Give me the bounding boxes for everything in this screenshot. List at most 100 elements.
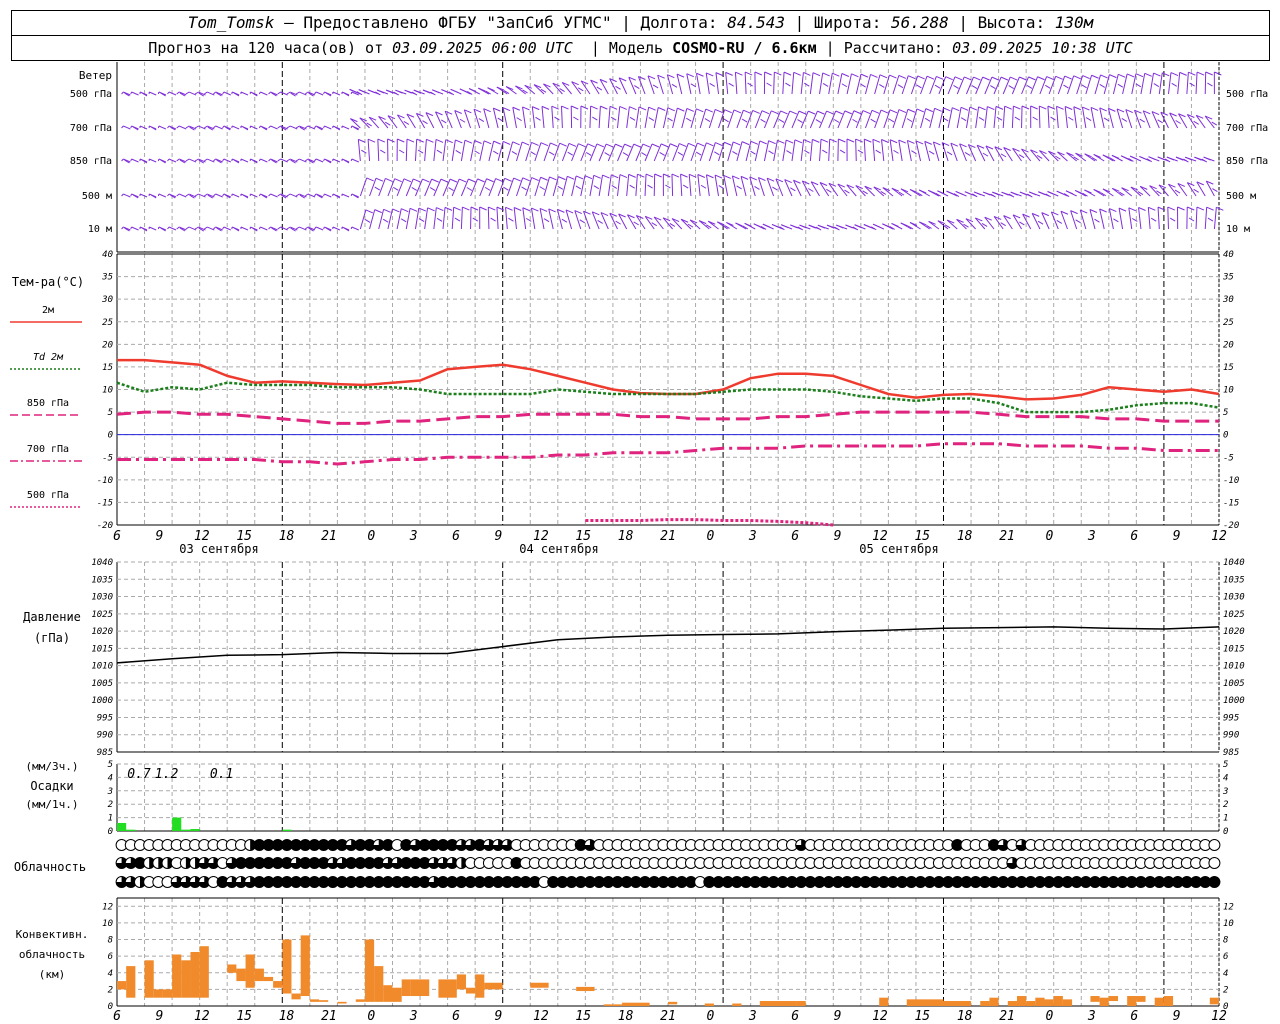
conv-bar (759, 1001, 797, 1006)
y-tick-label-left: -15 (97, 498, 113, 508)
y-tick-label-right: 35 (1222, 273, 1234, 283)
y-tick-label-right: 3 (1222, 787, 1228, 797)
hour-tick-label: 21 (660, 1009, 676, 1024)
conv-bar (364, 939, 375, 1002)
conv-bar (190, 952, 200, 998)
conv-unit: (км) (39, 968, 66, 981)
conv-bar (1154, 997, 1164, 1006)
conv-bar (456, 974, 466, 990)
temp-legend-label: 500 гПа (27, 490, 69, 501)
hour-tick-label: 6 (1130, 1009, 1138, 1024)
conv-bar (1053, 996, 1063, 1006)
y-tick-label-left: 5 (108, 408, 113, 418)
conv-bar (1090, 996, 1100, 1002)
wind-barb-staff (671, 174, 674, 197)
precip-unit-1h: (мм/1ч.) (26, 798, 79, 811)
hour-tick-label: 6 (452, 529, 460, 544)
conv-bar (465, 987, 476, 994)
conv-bar (1209, 997, 1219, 1005)
hour-tick-label: 3 (409, 529, 418, 544)
y-tick-label-left: -5 (102, 453, 113, 463)
y-tick-label-right: 10 (1223, 386, 1234, 396)
y-tick-label-left: 10 (102, 919, 113, 929)
conv-bar (181, 960, 191, 998)
y-tick-label-right: 12 (1223, 902, 1234, 912)
y-tick-label-right: 1040 (1223, 558, 1245, 568)
pressure-unit: (гПа) (34, 631, 70, 645)
hour-tick-label: 0 (706, 529, 714, 544)
hour-tick-label: 21 (660, 529, 676, 544)
y-tick-label-left: -20 (97, 521, 113, 531)
y-tick-label-left: 4 (108, 969, 113, 979)
wind-level-label-left: 500 м (82, 191, 112, 202)
y-tick-label-left: 1015 (91, 644, 113, 654)
hour-tick-label: 0 (1046, 1009, 1054, 1024)
y-tick-label-right: 1010 (1223, 662, 1245, 672)
conv-bar (980, 1001, 990, 1006)
hour-tick-label: 9 (495, 1009, 503, 1024)
conv-bar (1163, 996, 1174, 1006)
hour-tick-label: 21 (321, 529, 337, 544)
y-tick-label-right: 1 (1223, 814, 1228, 824)
y-tick-label-right: 990 (1223, 731, 1239, 741)
y-tick-label-left: 5 (108, 760, 113, 770)
conv-bar (989, 997, 999, 1006)
hour-tick-label: 6 (1130, 529, 1138, 544)
conv-bar (943, 1001, 972, 1006)
conv-bar (144, 960, 154, 998)
y-tick-label-right: 15 (1223, 363, 1234, 373)
conv-bar (227, 964, 237, 973)
y-tick-label-left: 0 (108, 431, 113, 441)
precip-bar (282, 829, 292, 831)
conv-bar (732, 1003, 742, 1006)
y-tick-label-right: 30 (1222, 295, 1234, 305)
hour-tick-label: 15 (575, 1009, 591, 1024)
temp-legend-label: 700 гПа (27, 444, 69, 455)
y-tick-label-right: 4 (1223, 773, 1228, 783)
conv-bar (273, 981, 283, 988)
y-tick-label-left: 3 (107, 787, 113, 797)
y-tick-label-right: 20 (1223, 340, 1234, 350)
y-tick-label-left: 1020 (91, 627, 113, 637)
wind-barb-staff (855, 139, 857, 162)
y-tick-label-right: 995 (1223, 713, 1239, 723)
pressure-title: Давление (23, 610, 81, 624)
cloud-title: Облачность (14, 860, 86, 874)
conv-title-2: облачность (19, 948, 85, 961)
y-tick-label-right: 1005 (1223, 679, 1245, 689)
conv-bar (392, 987, 402, 1002)
meteogram: Ветер 500 гПа 500 гПа 700 гПа 700 гПа 850 гПа… (10, 62, 1268, 1024)
hour-tick-label: 9 (155, 1009, 163, 1024)
y-tick-label-right: 5 (1223, 760, 1228, 770)
conv-bar (236, 968, 246, 982)
conv-bar (162, 989, 173, 998)
conv-bar (337, 1001, 347, 1004)
precip-unit-3h: (мм/3ч.) (26, 760, 79, 773)
conv-bar (622, 1002, 650, 1006)
y-tick-label-right: 4 (1223, 969, 1228, 979)
hour-tick-label: 12 (194, 1009, 210, 1024)
y-tick-label-left: 12 (102, 902, 113, 912)
conv-bar (1127, 996, 1137, 1006)
conv-bar (1136, 996, 1146, 1002)
y-tick-label-right: 6 (1223, 952, 1228, 962)
hour-tick-label: 6 (113, 529, 121, 544)
y-tick-label-right: 8 (1223, 936, 1228, 946)
y-tick-label-left: 25 (102, 318, 113, 328)
conv-bar (1007, 1001, 1017, 1006)
wind-level-label-left: 700 гПа (70, 123, 112, 134)
hour-tick-label: 12 (1211, 529, 1227, 544)
conv-bar (796, 1001, 806, 1006)
precip-bar (190, 828, 200, 831)
y-tick-label-left: 1035 (91, 575, 113, 585)
y-tick-label-left: 10 (102, 386, 113, 396)
conv-bar (668, 1001, 678, 1005)
temp-legend-label: Td 2м (33, 352, 64, 363)
hour-tick-label: 0 (706, 1009, 714, 1024)
y-tick-label-left: 0 (108, 827, 113, 837)
wind-level-label-right: 10 м (1226, 224, 1250, 235)
conv-bar (1062, 999, 1073, 1006)
y-tick-label-right: 10 (1223, 919, 1234, 929)
hour-tick-label: 15 (914, 1009, 930, 1024)
hour-tick-label: 12 (1211, 1009, 1227, 1024)
